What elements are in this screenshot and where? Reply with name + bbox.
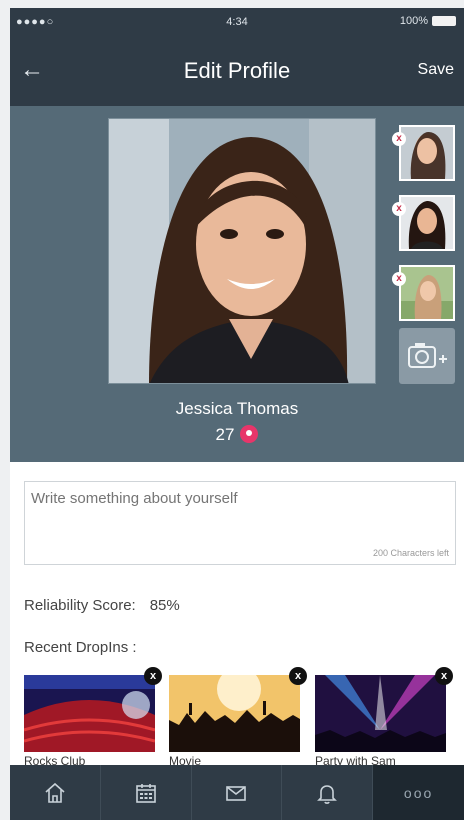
photo-thumbnail-3[interactable] (399, 265, 455, 321)
add-photo-button[interactable] (399, 328, 455, 384)
page-title: Edit Profile (183, 58, 291, 83)
thumbnail-image (401, 267, 453, 319)
battery-indicator: 100% (400, 15, 456, 27)
mail-icon (226, 785, 247, 801)
status-time: 4:34 (226, 16, 248, 28)
remove-dropin-2-button[interactable]: x (289, 667, 307, 685)
main-profile-photo[interactable] (108, 118, 376, 384)
phone-screen: ●●●●○ 4:34 100% ← Edit Profile Save x x … (10, 8, 464, 820)
remove-thumbnail-1-button[interactable]: x (392, 132, 406, 146)
recent-dropins-label: Recent DropIns : (24, 639, 137, 656)
dropin-card-3[interactable]: x Party with Sam (315, 667, 453, 768)
camera-plus-icon (408, 343, 447, 368)
save-button[interactable]: Save (418, 61, 454, 79)
tab-calendar[interactable] (101, 765, 192, 820)
calendar-icon (135, 783, 156, 803)
dropin-card-1[interactable]: x Rocks Club (24, 667, 162, 768)
reliability-score: Reliability Score: 85% (24, 597, 180, 614)
nav-bar: ← Edit Profile Save (10, 36, 464, 106)
battery-icon (432, 16, 456, 26)
about-input[interactable] (31, 490, 449, 530)
reliability-value: 85% (149, 597, 180, 614)
profile-age: 27 (215, 425, 235, 444)
photo-thumbnail-1[interactable] (399, 125, 455, 181)
thumbnail-image (401, 197, 453, 249)
about-field[interactable]: 200 Characters left (24, 481, 456, 565)
dropin-card-2[interactable]: x Movie (169, 667, 307, 768)
remove-dropin-1-button[interactable]: x (144, 667, 162, 685)
remove-dropin-3-button[interactable]: x (435, 667, 453, 685)
remove-thumbnail-3-button[interactable]: x (392, 272, 406, 286)
battery-percent: 100% (399, 15, 428, 27)
party-lights-image (315, 675, 446, 752)
tab-home[interactable] (10, 765, 101, 820)
profile-name: Jessica Thomas (175, 399, 299, 418)
characters-left: 200 Characters left (372, 548, 449, 558)
thumbnail-image (401, 127, 453, 179)
crowd-image (169, 675, 300, 752)
dropin-image-2 (169, 675, 300, 752)
dropin-image-3 (315, 675, 446, 752)
tab-notifications[interactable] (282, 765, 374, 820)
status-bar: ●●●●○ 4:34 100% (10, 8, 464, 36)
location-pin-icon[interactable] (240, 425, 259, 443)
tab-messages[interactable] (192, 765, 283, 820)
bottom-tab-bar: ooo (10, 765, 464, 820)
reliability-label: Reliability Score: (24, 597, 136, 614)
profile-header: x x x Jessica Thomas 27 (10, 106, 464, 462)
more-icon: ooo (403, 784, 434, 801)
tab-more[interactable]: ooo (373, 765, 464, 820)
profile-age-row: 27 (10, 425, 464, 445)
concert-hall-image (24, 675, 155, 752)
photo-thumbnail-2[interactable] (399, 195, 455, 251)
profile-photo-image (109, 119, 375, 383)
remove-thumbnail-2-button[interactable]: x (392, 202, 406, 216)
dropin-image-1 (24, 675, 155, 752)
bell-icon (317, 784, 338, 804)
home-icon (45, 782, 65, 803)
